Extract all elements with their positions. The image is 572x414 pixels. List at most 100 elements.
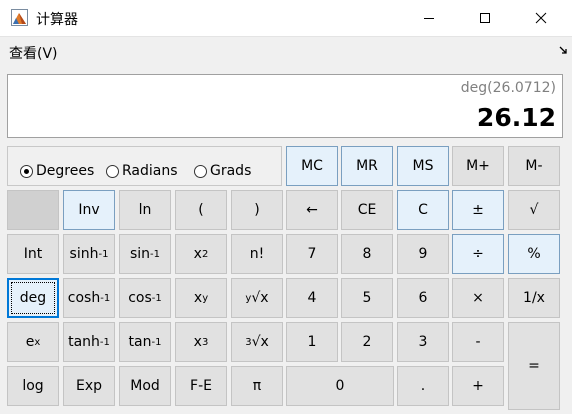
left-paren-button[interactable]: ( [175,190,227,230]
radio-degrees[interactable]: Degrees [20,163,94,179]
equals-button[interactable]: = [508,322,560,410]
y-root-x-button[interactable]: y √ x [231,278,283,318]
ms-button[interactable]: MS [397,146,449,186]
key-label: x [193,290,203,306]
digit-1-button[interactable]: 1 [286,322,338,362]
cosh-inverse-button[interactable]: cosh -1 [63,278,115,318]
resize-grip-icon [559,46,567,54]
backspace-button[interactable]: ← [286,190,338,230]
key-label: x [193,246,202,262]
reciprocal-button[interactable]: 1/x [508,278,560,318]
decimal-button[interactable]: . [397,366,449,406]
divide-button[interactable]: ÷ [452,234,504,274]
deg-button[interactable]: deg [7,278,59,318]
key-label: -1 [151,336,162,348]
radio-radians[interactable]: Radians [106,163,178,179]
sinh-inverse-button[interactable]: sinh -1 [63,234,115,274]
key-label: % [527,246,541,262]
key-label: log [22,378,44,394]
maximize-button[interactable] [462,0,508,36]
key-label: 1 [307,334,317,350]
e-power-x-button[interactable]: ex [7,322,59,362]
key-label: ) [254,202,260,218]
m-minus-button[interactable]: M- [508,146,560,186]
key-label: n! [249,246,265,262]
key-label: - [475,334,481,350]
key-label: 6 [418,290,428,306]
pi-button[interactable]: π [231,366,283,406]
digit-5-button[interactable]: 5 [341,278,393,318]
x-cubed-button[interactable]: x3 [175,322,227,362]
digit-0-button[interactable]: 0 [286,366,394,406]
key-label: 3 [201,336,209,348]
key-label: 7 [307,246,317,262]
tanh-inverse-button[interactable]: tanh -1 [63,322,115,362]
ln-button[interactable]: ln [119,190,171,230]
key-label: MC [301,158,323,174]
clear-button[interactable]: C [397,190,449,230]
key-label: M+ [466,158,490,174]
cube-root-x-button[interactable]: 3 √ x [231,322,283,362]
ce-button[interactable]: CE [341,190,393,230]
radio-label: Radians [122,163,178,179]
key-label: 3 [418,334,428,350]
multiply-button[interactable]: × [452,278,504,318]
key-label: 2 [201,248,209,260]
digit-3-button[interactable]: 3 [397,322,449,362]
fe-button[interactable]: F-E [175,366,227,406]
key-label: ÷ [472,246,484,262]
key-label: √ [529,202,539,218]
mr-button[interactable]: MR [341,146,393,186]
sqrt-button[interactable]: √ [508,190,560,230]
expression-readout: deg(26.0712) [460,80,556,96]
key-label: ← [306,202,318,218]
minimize-button[interactable] [406,0,452,36]
tan-inverse-button[interactable]: tan -1 [119,322,171,362]
key-label: √ [251,290,261,306]
minimize-icon [424,18,434,19]
x-squared-button[interactable]: x2 [175,234,227,274]
digit-9-button[interactable]: 9 [397,234,449,274]
log-button[interactable]: log [7,366,59,406]
key-label: 8 [362,246,372,262]
digit-8-button[interactable]: 8 [341,234,393,274]
key-label: × [472,290,484,306]
add-button[interactable]: + [452,366,504,406]
key-label: e [25,334,35,350]
inv-button[interactable]: Inv [63,190,115,230]
key-label: ln [138,202,152,218]
cos-inverse-button[interactable]: cos -1 [119,278,171,318]
display: deg(26.0712) 26.12 [7,74,563,138]
radio-grads[interactable]: Grads [194,163,251,179]
digit-2-button[interactable]: 2 [341,322,393,362]
digit-6-button[interactable]: 6 [397,278,449,318]
menu-bar: 查看(V) [0,36,572,66]
radio-unselected-icon [106,164,119,178]
m-plus-button[interactable]: M+ [452,146,504,186]
right-paren-button[interactable]: ) [231,190,283,230]
digit-7-button[interactable]: 7 [286,234,338,274]
radio-label: Degrees [36,163,95,179]
key-label: . [420,378,426,394]
menu-view[interactable]: 查看(V) [9,43,58,63]
int-button[interactable]: Int [7,234,59,274]
percent-button[interactable]: % [508,234,560,274]
key-label: M- [525,158,543,174]
sin-inverse-button[interactable]: sin -1 [119,234,171,274]
key-label: Exp [75,378,103,394]
x-power-y-button[interactable]: xy [175,278,227,318]
key-label: x [260,290,269,306]
mod-button[interactable]: Mod [119,366,171,406]
digit-4-button[interactable]: 4 [286,278,338,318]
key-label: cosh [67,290,101,306]
factorial-button[interactable]: n! [231,234,283,274]
mc-button[interactable]: MC [286,146,338,186]
plus-minus-button[interactable]: ± [452,190,504,230]
subtract-button[interactable]: - [452,322,504,362]
exp-button[interactable]: Exp [63,366,115,406]
close-button[interactable] [518,0,564,36]
key-label: 2 [362,334,372,350]
radio-unselected-icon [194,164,207,178]
radio-selected-icon [20,164,33,178]
key-label: + [472,378,484,394]
